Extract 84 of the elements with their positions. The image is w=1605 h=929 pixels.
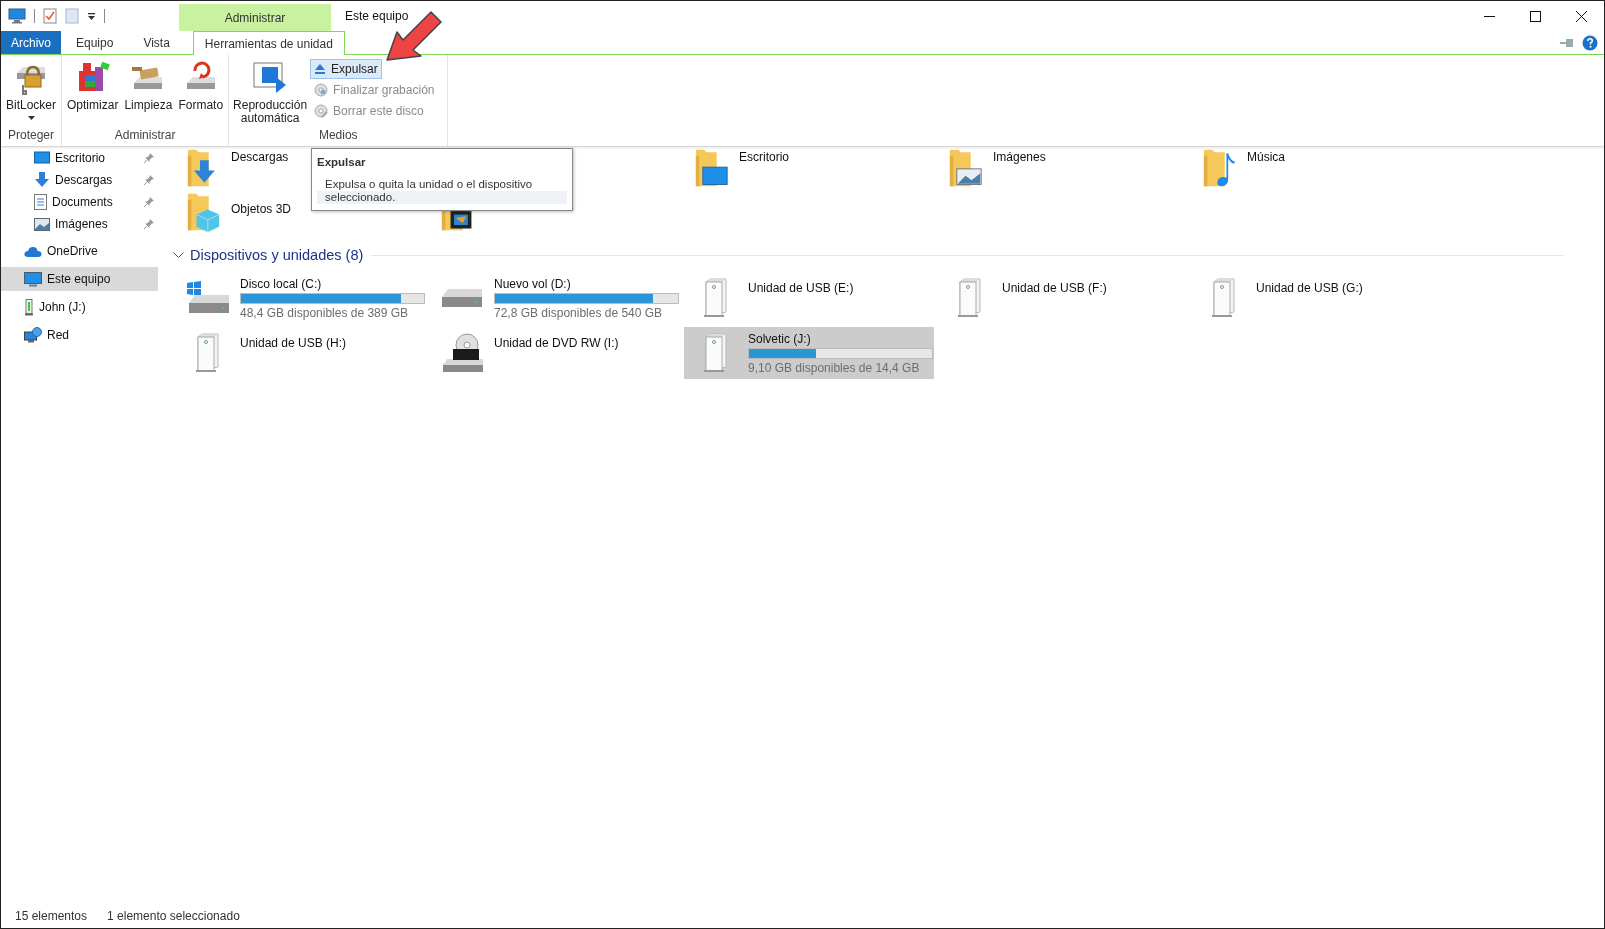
drive-tile[interactable]: Unidad de USB (G:) bbox=[1192, 272, 1442, 324]
ribbon-tab[interactable]: Vista bbox=[128, 31, 185, 54]
pictures-folder-icon[interactable] bbox=[948, 148, 983, 188]
music-folder-icon[interactable] bbox=[1202, 148, 1237, 188]
folder-name[interactable]: Escritorio bbox=[739, 150, 789, 164]
free-space-text: 9,10 GB disponibles de 14,4 GB bbox=[748, 360, 921, 375]
computer-icon bbox=[24, 271, 42, 287]
tooltip-text: Expulsa o quita la unidad o el dispositivo seleccionado. bbox=[317, 178, 567, 204]
computer-icon[interactable] bbox=[8, 8, 26, 24]
folder-name[interactable]: Objetos 3D bbox=[231, 202, 292, 216]
maximize-icon bbox=[1529, 10, 1541, 22]
folder-name[interactable]: Música bbox=[1247, 150, 1285, 164]
cloud-icon bbox=[24, 245, 42, 257]
ribbon-button[interactable]: BitLocker bbox=[4, 57, 59, 128]
nav-label: Imágenes bbox=[55, 217, 108, 231]
drive-name: Unidad de DVD RW (I:) bbox=[494, 336, 619, 350]
cube-folder-icon[interactable] bbox=[186, 192, 221, 232]
nav-label: John (J:) bbox=[39, 300, 86, 314]
pin-icon[interactable] bbox=[1560, 37, 1574, 48]
download-arrow-icon bbox=[34, 172, 50, 188]
ribbon-button[interactable]: Expulsar bbox=[310, 59, 382, 79]
windows-drive-icon bbox=[184, 281, 232, 315]
nav-item[interactable]: Imágenes bbox=[1, 213, 158, 235]
folder-name[interactable]: Descargas bbox=[231, 150, 289, 164]
drive-tile[interactable]: Disco local (C:) 48,4 GB disponibles de 389 GB bbox=[176, 272, 426, 324]
drive-name: Nuevo vol (D:) bbox=[494, 276, 572, 291]
nav-item[interactable]: Red bbox=[1, 323, 158, 347]
drive-name: Unidad de USB (F:) bbox=[1002, 281, 1107, 295]
nav-label: Escritorio bbox=[55, 151, 105, 165]
nav-item[interactable]: Descargas bbox=[1, 169, 158, 191]
desktop-folder-icon[interactable] bbox=[694, 148, 729, 188]
drive-name: Solvetic (J:) bbox=[748, 331, 812, 346]
free-space-text: 48,4 GB disponibles de 389 GB bbox=[240, 305, 410, 320]
eject-icon bbox=[314, 63, 327, 75]
drive-tile[interactable]: Unidad de USB (F:) bbox=[938, 272, 1188, 324]
picture-icon bbox=[34, 217, 50, 231]
drive-name: Unidad de USB (H:) bbox=[240, 336, 347, 350]
tooltip-title: Expulsar bbox=[317, 156, 367, 168]
nav-label: Red bbox=[47, 328, 69, 342]
network-icon bbox=[24, 327, 42, 343]
disc-icon bbox=[314, 104, 329, 118]
help-icon[interactable] bbox=[1582, 34, 1598, 51]
ribbon-button[interactable]: Limpieza bbox=[122, 57, 175, 128]
nav-item[interactable]: Este equipo bbox=[1, 267, 158, 291]
nav-label: OneDrive bbox=[47, 244, 98, 258]
ribbon-button[interactable]: Reproducción automática bbox=[232, 57, 309, 128]
folder-name[interactable]: Imágenes bbox=[993, 150, 1046, 164]
disc-icon bbox=[314, 83, 329, 97]
ribbon-button[interactable]: Optimizar bbox=[65, 57, 121, 128]
drive-name: Unidad de USB (G:) bbox=[1256, 281, 1363, 295]
group-label: Medios bbox=[317, 128, 359, 144]
ribbon-tab[interactable]: Herramientas de unidad bbox=[192, 31, 345, 55]
drive-name: Unidad de USB (E:) bbox=[748, 281, 854, 295]
chevron-icon[interactable] bbox=[173, 251, 184, 259]
customize-caret-icon[interactable] bbox=[87, 11, 96, 21]
document-icon bbox=[34, 194, 47, 210]
drive-name: Disco local (C:) bbox=[240, 276, 323, 291]
nav-label: Este equipo bbox=[47, 272, 111, 286]
nav-item[interactable]: Documents bbox=[1, 191, 158, 213]
drive-tile[interactable]: Unidad de USB (H:) bbox=[176, 327, 426, 379]
nav-label: Descargas bbox=[55, 173, 113, 187]
drive-tile[interactable]: Nuevo vol (D:) 72,8 GB disponibles de 540 GB bbox=[430, 272, 680, 324]
ribbon-tab[interactable]: Equipo bbox=[61, 31, 129, 54]
group-label: Proteger bbox=[7, 128, 56, 144]
nav-item[interactable]: OneDrive bbox=[1, 239, 158, 263]
item-count: 15 elementos bbox=[15, 909, 88, 923]
properties-icon[interactable] bbox=[43, 8, 57, 24]
drive-tile[interactable]: Unidad de DVD RW (I:) bbox=[430, 327, 680, 379]
close-icon bbox=[1575, 10, 1587, 22]
usb-drive-icon bbox=[24, 298, 34, 316]
group-label: Administrar bbox=[113, 128, 177, 144]
nav-label: Documents bbox=[52, 195, 113, 209]
free-space-text: 72,8 GB disponibles de 540 GB bbox=[494, 305, 664, 320]
ribbon-button[interactable]: Formato bbox=[176, 57, 226, 128]
drive-tile[interactable]: Unidad de USB (E:) bbox=[684, 272, 934, 324]
file-tab[interactable]: Archivo bbox=[1, 31, 61, 54]
desktop-icon bbox=[34, 151, 50, 165]
drive-tile[interactable]: Solvetic (J:) 9,10 GB disponibles de 14,4 GB bbox=[684, 327, 934, 379]
contextual-tab-header: Administrar bbox=[179, 4, 331, 31]
section-title[interactable]: Dispositivos y unidades (8) bbox=[190, 247, 364, 263]
window-title: Este equipo bbox=[344, 8, 410, 25]
selection-count: 1 elemento seleccionado bbox=[107, 909, 240, 923]
nav-item[interactable]: Escritorio bbox=[1, 147, 158, 169]
nav-item[interactable]: John (J:) bbox=[1, 295, 158, 319]
